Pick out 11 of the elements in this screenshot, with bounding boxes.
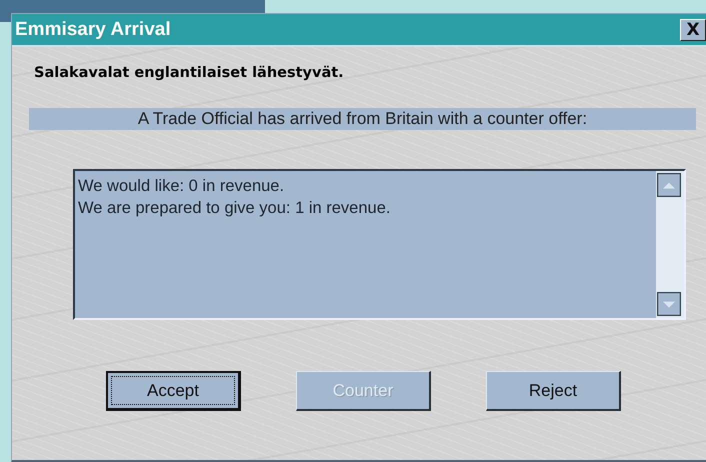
window-title: Emmisary Arrival xyxy=(15,18,171,40)
scrollbar[interactable] xyxy=(656,171,684,318)
dialog-button[interactable]: Reject xyxy=(486,371,621,411)
message-line: We are prepared to give you: 1 in revenue. xyxy=(78,198,392,219)
heading-text: Salakavalat englantilaiset lähestyvät. xyxy=(34,65,345,81)
offer-banner: A Trade Official has arrived from Britain with a counter offer: xyxy=(29,108,696,130)
scroll-down-icon[interactable] xyxy=(657,292,681,316)
scroll-up-icon[interactable] xyxy=(657,173,681,197)
message-line: We would like: 0 in revenue. xyxy=(78,176,286,197)
close-button[interactable]: X xyxy=(680,18,706,40)
dialog-button[interactable]: Accept xyxy=(106,371,241,411)
